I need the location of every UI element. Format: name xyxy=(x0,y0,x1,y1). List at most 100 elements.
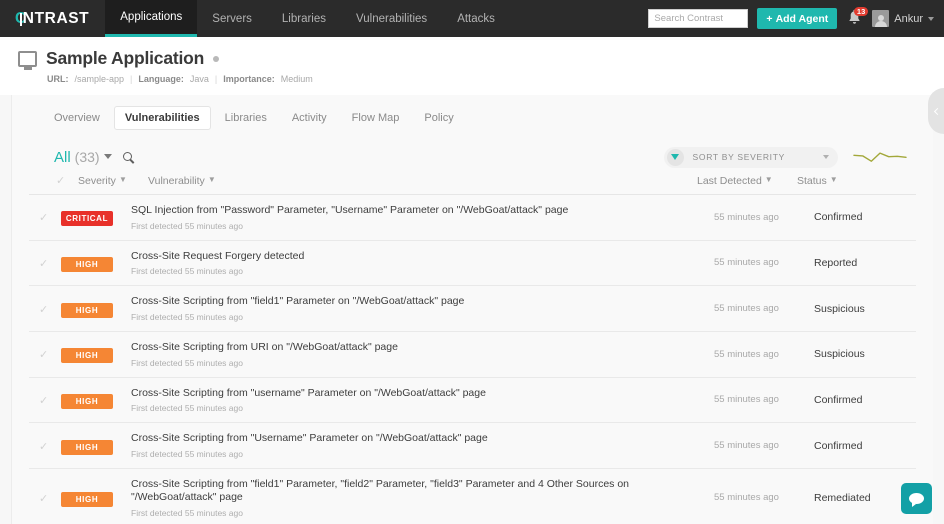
vulnerability-title[interactable]: Cross-Site Scripting from URI on "/WebGo… xyxy=(131,341,714,355)
row-select-checkmark[interactable]: ✓ xyxy=(39,300,61,318)
application-metadata: URL: /sample-app | Language: Java | Impo… xyxy=(47,74,944,84)
severity-badge: HIGH xyxy=(61,257,113,272)
chevron-down-icon xyxy=(823,155,829,159)
tab-libraries[interactable]: Libraries xyxy=(214,106,278,130)
application-title-row: Sample Application xyxy=(18,48,944,69)
severity-badge: HIGH xyxy=(61,440,113,455)
tab-flow-map[interactable]: Flow Map xyxy=(341,106,411,130)
severity-cell: HIGH xyxy=(61,254,131,272)
table-row[interactable]: ✓HIGH Cross-Site Scripting from "field1" … xyxy=(29,469,916,524)
meta-separator-1: | xyxy=(130,74,132,84)
vulnerability-cell: Cross-Site Scripting from "username" Par… xyxy=(131,387,714,414)
filter-bar: All (33) SORT BY SEVERITY xyxy=(12,130,933,170)
nav-item-attacks[interactable]: Attacks xyxy=(442,0,510,37)
nav-item-libraries[interactable]: Libraries xyxy=(267,0,341,37)
tab-overview[interactable]: Overview xyxy=(43,106,111,130)
vulnerability-cell: Cross-Site Scripting from "field1" Param… xyxy=(131,478,714,518)
last-detected-cell: 55 minutes ago xyxy=(714,349,814,360)
nav-item-applications[interactable]: Applications xyxy=(105,0,197,37)
logo-bar xyxy=(20,13,22,26)
user-menu[interactable]: Ankur xyxy=(872,10,934,27)
all-filter-dropdown[interactable]: All (33) xyxy=(54,149,112,166)
all-filter-count: (33) xyxy=(75,149,100,165)
status-cell: Suspicious xyxy=(814,348,909,360)
row-select-checkmark[interactable]: ✓ xyxy=(39,254,61,272)
nav-item-servers[interactable]: Servers xyxy=(197,0,267,37)
severity-cell: HIGH xyxy=(61,489,131,507)
sort-by-select[interactable]: SORT BY SEVERITY xyxy=(684,152,823,162)
table-row[interactable]: ✓CRITICAL SQL Injection from "Password" P… xyxy=(29,195,916,241)
url-value: /sample-app xyxy=(75,74,125,84)
last-detected-cell: 55 minutes ago xyxy=(714,394,814,405)
contrast-logo[interactable]: CNTRAST xyxy=(0,0,105,37)
select-all-checkmark[interactable]: ✓ xyxy=(56,174,78,187)
status-badge xyxy=(213,56,219,62)
tab-policy[interactable]: Policy xyxy=(413,106,464,130)
severity-cell: HIGH xyxy=(61,437,131,455)
tab-bar: Overview Vulnerabilities Libraries Activ… xyxy=(12,95,933,130)
status-cell: Confirmed xyxy=(814,440,909,452)
application-header: Sample Application URL: /sample-app | La… xyxy=(0,37,944,95)
panel-toggle-button[interactable] xyxy=(928,88,944,134)
severity-badge: HIGH xyxy=(61,303,113,318)
global-search-input[interactable] xyxy=(648,9,748,28)
vulnerability-title[interactable]: Cross-Site Scripting from "field1" Param… xyxy=(131,295,714,309)
add-agent-label: Add Agent xyxy=(776,13,829,25)
chevron-left-icon xyxy=(934,107,941,114)
severity-cell: HIGH xyxy=(61,391,131,409)
vulnerability-title[interactable]: Cross-Site Scripting from "field1" Param… xyxy=(131,478,714,505)
column-header-severity[interactable]: Severity ▼ xyxy=(78,175,148,187)
severity-cell: CRITICAL xyxy=(61,208,131,226)
meta-separator-2: | xyxy=(215,74,217,84)
vulnerability-subtitle: First detected 55 minutes ago xyxy=(131,266,714,276)
primary-nav-items: Applications Servers Libraries Vulnerabi… xyxy=(105,0,510,37)
vulnerability-title[interactable]: Cross-Site Scripting from "Username" Par… xyxy=(131,432,714,446)
table-row[interactable]: ✓HIGH Cross-Site Scripting from "Username… xyxy=(29,423,916,469)
monitor-icon xyxy=(18,51,37,67)
column-header-vulnerability[interactable]: Vulnerability ▼ xyxy=(148,175,697,187)
vulnerability-title[interactable]: Cross-Site Request Forgery detected xyxy=(131,250,714,264)
row-select-checkmark[interactable]: ✓ xyxy=(39,437,61,455)
last-detected-cell: 55 minutes ago xyxy=(714,212,814,223)
plus-icon: + xyxy=(766,13,772,25)
nav-right-group: + Add Agent 13 Ankur xyxy=(648,0,944,37)
vulnerability-subtitle: First detected 55 minutes ago xyxy=(131,312,714,322)
table-row[interactable]: ✓HIGH Cross-Site Scripting from "field1" … xyxy=(29,286,916,332)
row-select-checkmark[interactable]: ✓ xyxy=(39,489,61,507)
tab-vulnerabilities[interactable]: Vulnerabilities xyxy=(114,106,211,130)
chat-bubble-icon xyxy=(909,493,924,504)
add-agent-button[interactable]: + Add Agent xyxy=(757,8,837,29)
notifications-button[interactable]: 13 xyxy=(846,9,863,29)
last-detected-cell: 55 minutes ago xyxy=(714,440,814,451)
chat-button[interactable] xyxy=(901,483,932,514)
status-cell: Confirmed xyxy=(814,394,909,406)
tab-activity[interactable]: Activity xyxy=(281,106,338,130)
last-detected-cell: 55 minutes ago xyxy=(714,492,814,503)
status-cell: Remediated xyxy=(814,492,909,504)
importance-value: Medium xyxy=(281,74,313,84)
severity-badge: CRITICAL xyxy=(61,211,113,226)
table-row[interactable]: ✓HIGHCross-Site Scripting from URI on "/… xyxy=(29,332,916,378)
row-select-checkmark[interactable]: ✓ xyxy=(39,391,61,409)
importance-label: Importance: xyxy=(223,74,275,84)
severity-badge: HIGH xyxy=(61,492,113,507)
vulnerability-title[interactable]: Cross-Site Scripting from "username" Par… xyxy=(131,387,714,401)
logo-text: NTRAST xyxy=(23,10,89,28)
vulnerability-subtitle: First detected 55 minutes ago xyxy=(131,221,714,231)
table-row[interactable]: ✓HIGHCross-Site Scripting from "username… xyxy=(29,378,916,424)
vulnerability-cell: SQL Injection from "Password" Parameter,… xyxy=(131,204,714,231)
table-row[interactable]: ✓HIGH Cross-Site Request Forgery detected… xyxy=(29,241,916,287)
arrow-down-icon xyxy=(671,154,679,160)
last-detected-cell: 55 minutes ago xyxy=(714,257,814,268)
chevron-down-icon xyxy=(104,154,112,159)
vulnerability-table-body: ✓CRITICALSQL Injection from "Password" P… xyxy=(12,195,933,524)
row-select-checkmark[interactable]: ✓ xyxy=(39,208,61,226)
row-select-checkmark[interactable]: ✓ xyxy=(39,345,61,363)
column-header-status[interactable]: Status ▼ xyxy=(797,175,892,187)
vulnerability-title[interactable]: SQL Injection from "Password" Parameter,… xyxy=(131,204,714,218)
column-header-last-detected[interactable]: Last Detected ▼ xyxy=(697,175,797,187)
search-icon[interactable] xyxy=(123,152,132,161)
nav-item-vulnerabilities[interactable]: Vulnerabilities xyxy=(341,0,442,37)
sort-direction-button[interactable] xyxy=(667,149,684,166)
notification-count-badge: 13 xyxy=(854,7,868,17)
